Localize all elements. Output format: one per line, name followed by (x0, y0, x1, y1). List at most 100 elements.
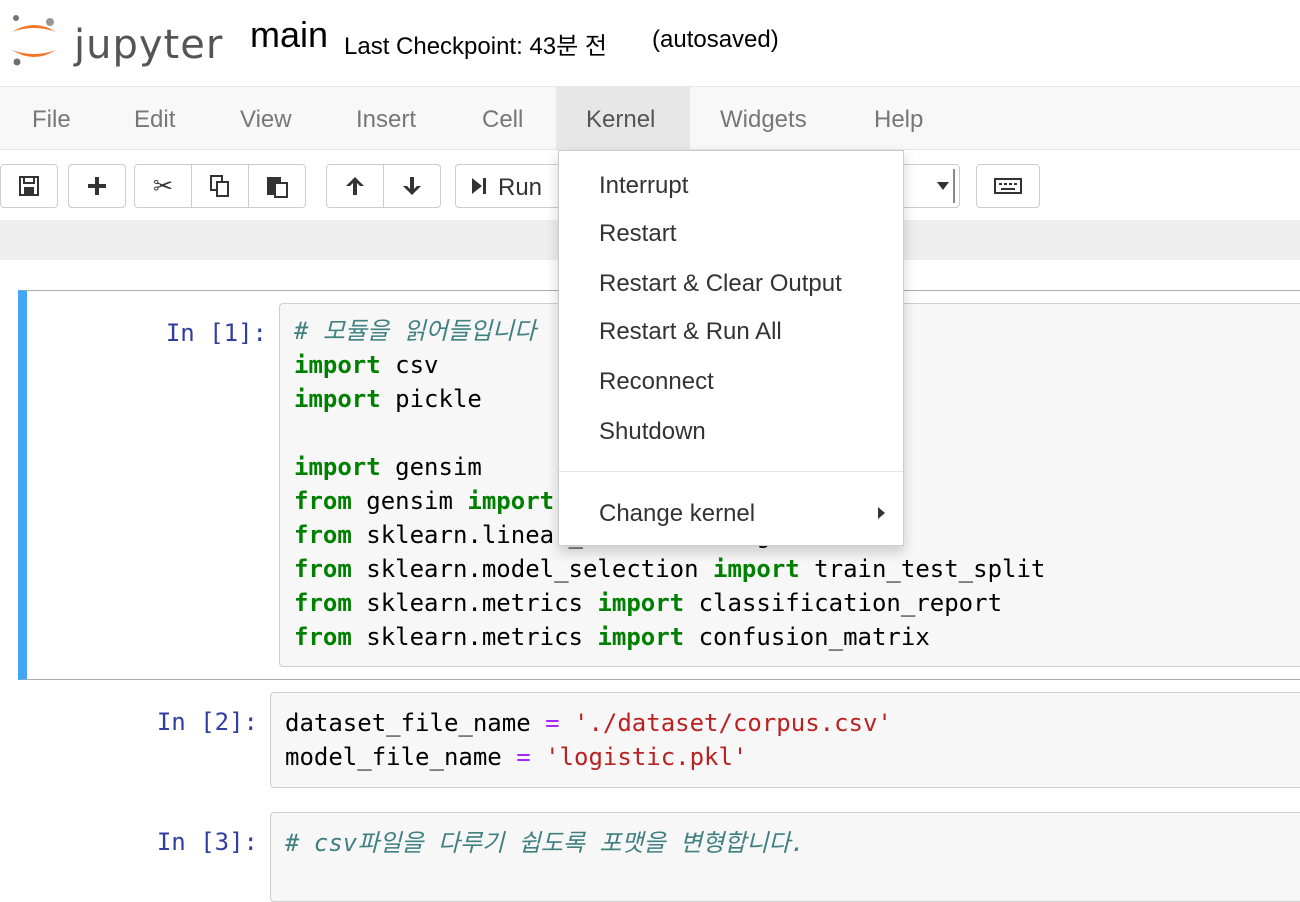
jupyter-logo-icon (12, 15, 56, 66)
kernel-shutdown[interactable]: Shutdown (559, 410, 903, 454)
code-token: import (294, 351, 381, 379)
code-line: dataset_file_name = './dataset/corpus.cs… (285, 706, 892, 740)
cut-button[interactable]: ✂ (134, 164, 192, 208)
menu-cell[interactable]: Cell (452, 87, 553, 149)
code-token: csv (380, 351, 439, 379)
code-cell-3[interactable]: In [3]: # csv파일을 다루기 쉽도록 포맷을 변형합니다. (18, 800, 1300, 902)
command-palette-button[interactable] (976, 164, 1040, 208)
code-line: from sklearn.model_selection import trai… (294, 552, 1045, 586)
cell-prompt: In [2]: (156, 708, 258, 736)
code-token: classification_report (684, 589, 1003, 617)
menu-insert[interactable]: Insert (326, 87, 446, 149)
code-token: from (294, 487, 352, 515)
change-kernel-label: Change kernel (599, 500, 756, 527)
code-token: confusion_matrix (684, 623, 930, 651)
cell-type-select[interactable] (900, 164, 960, 208)
code-token: # 모듈을 읽어들입니다 (294, 317, 537, 345)
code-token: = (516, 743, 531, 771)
menu-widgets[interactable]: Widgets (690, 87, 837, 149)
code-editor[interactable]: # csv파일을 다루기 쉽도록 포맷을 변형합니다. (270, 812, 1300, 902)
select-divider (953, 169, 955, 203)
chevron-right-icon (878, 507, 885, 519)
move-up-button[interactable] (326, 164, 384, 208)
code-token: import (597, 623, 685, 651)
run-icon (470, 175, 488, 203)
code-token: sklearn.metrics (351, 589, 598, 617)
code-token: train_test_split (799, 555, 1046, 583)
kernel-change-kernel[interactable]: Change kernel (559, 492, 903, 536)
paste-button[interactable] (248, 164, 306, 208)
save-icon (19, 176, 39, 196)
code-line: from sklearn.metrics import confusion_ma… (294, 620, 930, 654)
code-token: gensim (380, 453, 482, 481)
code-token: # csv파일을 다루기 쉽도록 포맷을 변형합니다. (285, 829, 805, 857)
notebook-name[interactable]: main (250, 14, 328, 56)
code-token: from (294, 555, 352, 583)
code-editor[interactable]: dataset_file_name = './dataset/corpus.cs… (270, 692, 1300, 788)
kernel-restart[interactable]: Restart (559, 212, 903, 256)
menu-kernel[interactable]: Kernel (556, 87, 690, 149)
kernel-restart-run-all[interactable]: Restart & Run All (559, 310, 903, 354)
menubar: File Edit View Insert Cell Kernel Widget… (0, 86, 1300, 150)
code-line: # csv파일을 다루기 쉽도록 포맷을 변형합니다. (285, 826, 805, 860)
code-token: import (597, 589, 685, 617)
kernel-restart-clear-output[interactable]: Restart & Clear Output (559, 262, 903, 306)
arrow-down-icon (403, 177, 421, 195)
cell-prompt: In [3]: (156, 828, 258, 856)
code-line: import pickle (294, 382, 482, 416)
run-label: Run (498, 174, 543, 201)
code-token: sklearn.model_selection (351, 555, 714, 583)
code-line: from gensim import m (294, 484, 583, 518)
jupyter-logo[interactable]: jupyter (8, 12, 223, 68)
save-group (0, 164, 58, 208)
menu-view[interactable]: View (210, 87, 322, 149)
code-token: dataset_file_name (285, 709, 546, 737)
code-token: import (294, 385, 381, 413)
paste-icon (267, 177, 288, 198)
code-line: import csv (294, 348, 439, 382)
code-token: gensim (351, 487, 468, 515)
move-group (326, 164, 441, 208)
kernel-reconnect[interactable]: Reconnect (559, 360, 903, 404)
kernel-interrupt[interactable]: Interrupt (559, 164, 903, 208)
code-token: sklearn.metrics (351, 623, 598, 651)
menu-help[interactable]: Help (844, 87, 953, 149)
code-line: # 모듈을 읽어들입니다 (294, 314, 536, 348)
insert-cell-button[interactable] (68, 164, 126, 208)
copy-icon (210, 175, 229, 197)
menu-file[interactable]: File (2, 87, 101, 149)
run-button[interactable]: Run (455, 164, 565, 208)
code-line: model_file_name = 'logistic.pkl' (285, 740, 747, 774)
code-cell-2[interactable]: In [2]: dataset_file_name = './dataset/c… (18, 680, 1300, 798)
code-token: from (294, 521, 352, 549)
menu-edit[interactable]: Edit (104, 87, 205, 149)
checkpoint-status: Last Checkpoint: 43분 전 (344, 33, 607, 60)
code-token: 'logistic.pkl' (545, 743, 748, 771)
menu-divider (559, 471, 903, 472)
code-token: import (713, 555, 800, 583)
code-token: import (294, 453, 381, 481)
code-line: import gensim (294, 450, 482, 484)
kernel-dropdown-menu: Interrupt Restart Restart & Clear Output… (558, 150, 904, 546)
copy-button[interactable] (191, 164, 249, 208)
arrow-up-icon (346, 177, 364, 195)
insert-group (68, 164, 126, 208)
save-button[interactable] (0, 164, 58, 208)
code-token: sklearn.linear_ (351, 521, 583, 549)
code-token: from (294, 589, 352, 617)
cut-icon: ✂ (152, 172, 174, 200)
jupyter-wordmark: jupyter (74, 22, 224, 68)
move-down-button[interactable] (383, 164, 441, 208)
chevron-down-icon (937, 182, 949, 190)
notebook-header: jupyter main Last Checkpoint: 43분 전 (aut… (0, 0, 1300, 86)
code-token: './dataset/corpus.csv' (574, 709, 892, 737)
code-token: model_file_name (285, 743, 517, 771)
clipboard-group: ✂ (134, 164, 306, 208)
keyboard-icon (994, 178, 1022, 194)
code-token: from (294, 623, 352, 651)
autosave-status: (autosaved) (652, 26, 779, 53)
cell-prompt: In [1]: (165, 319, 267, 347)
code-line: from sklearn.metrics import classificati… (294, 586, 1002, 620)
